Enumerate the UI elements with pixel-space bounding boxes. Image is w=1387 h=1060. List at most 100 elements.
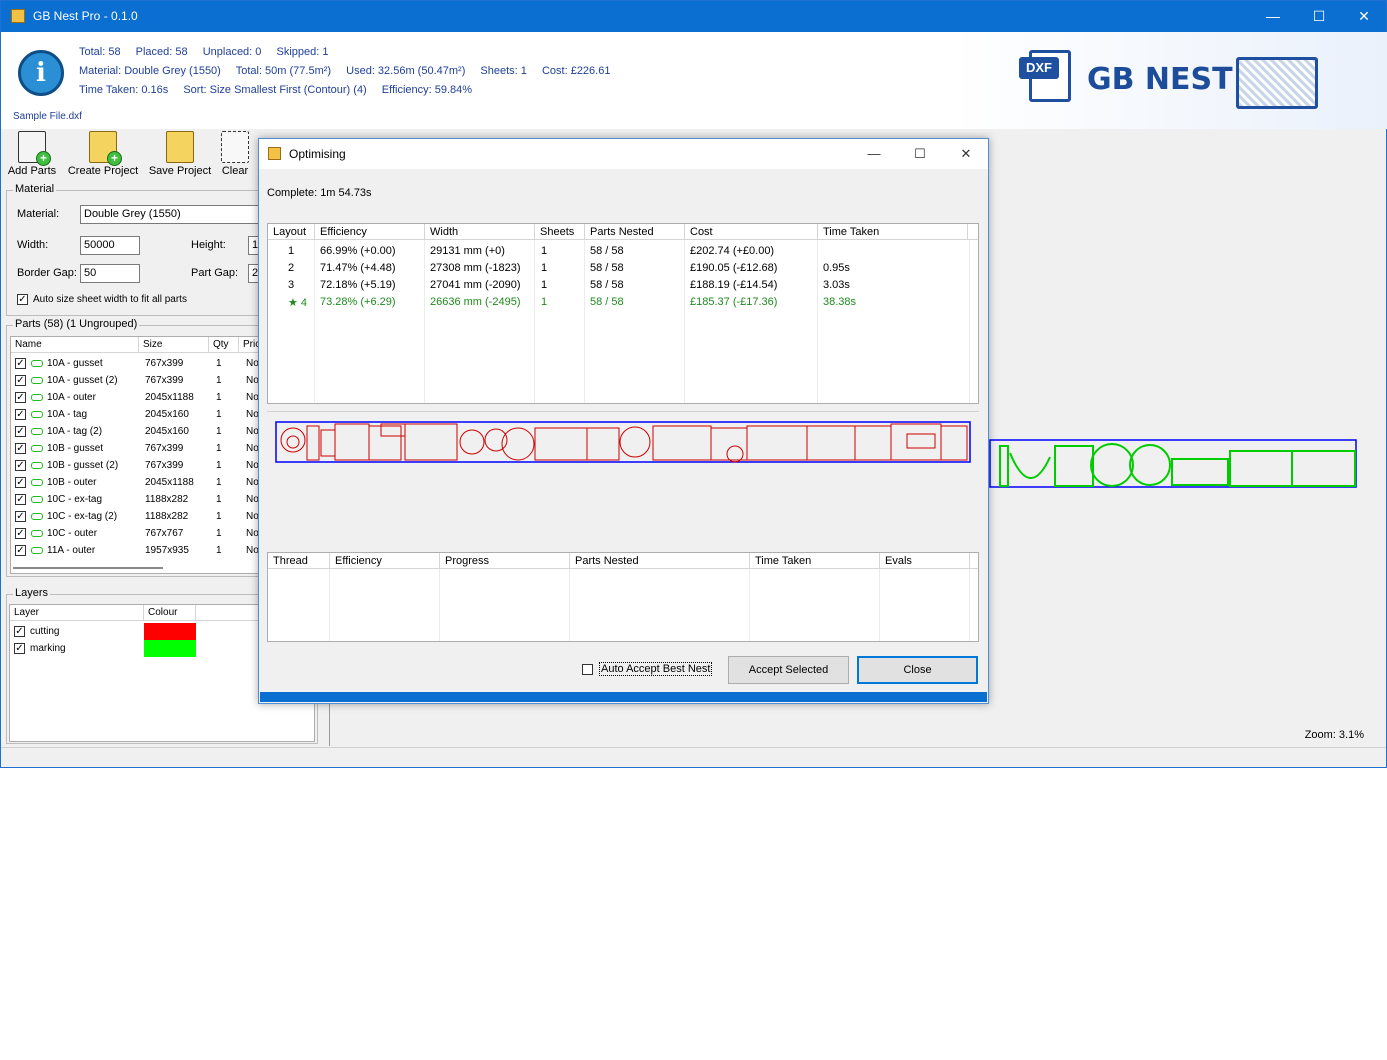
- col-time-taken[interactable]: Time Taken: [818, 224, 968, 240]
- part-size: 1188x282: [145, 511, 189, 522]
- col-evals[interactable]: Evals: [880, 553, 970, 569]
- parts-row[interactable]: ✓ 10A - tag (2) 2045x160 1 No: [11, 423, 265, 440]
- layout-cell-eff: 66.99% (+0.00): [320, 245, 396, 257]
- add-parts-label: Add Parts: [7, 165, 57, 177]
- col-thread[interactable]: Thread: [268, 553, 330, 569]
- col-thread-efficiency[interactable]: Efficiency: [330, 553, 440, 569]
- auto-accept-label[interactable]: Auto Accept Best Nest: [599, 662, 713, 676]
- col-layer[interactable]: Layer: [10, 605, 144, 621]
- part-checkbox[interactable]: ✓: [15, 477, 26, 488]
- file-name: Sample File.dxf: [13, 111, 82, 122]
- col-colour[interactable]: Colour: [144, 605, 196, 621]
- part-shape-icon: [31, 479, 43, 486]
- nest-preview-svg: [275, 421, 971, 463]
- parts-row[interactable]: ✓ 10C - ex-tag 1188x282 1 No: [11, 491, 265, 508]
- part-checkbox[interactable]: ✓: [15, 528, 26, 539]
- maximize-button[interactable]: ☐: [1296, 1, 1342, 32]
- part-qty: 1: [216, 443, 222, 454]
- col-thread-parts[interactable]: Parts Nested: [570, 553, 750, 569]
- save-project-button[interactable]: Save Project: [148, 129, 212, 177]
- parts-row[interactable]: ✓ 11A - outer 1957x935 1 No: [11, 542, 265, 559]
- part-checkbox[interactable]: ✓: [15, 426, 26, 437]
- parts-row[interactable]: ✓ 10C - outer 767x767 1 No: [11, 525, 265, 542]
- layer-colour-swatch[interactable]: [144, 623, 196, 640]
- layer-checkbox[interactable]: ✓: [14, 643, 25, 654]
- layout-row[interactable]: 3 72.18% (+5.19) 27041 mm (-2090) 1 58 / 58 £…: [268, 277, 978, 294]
- part-checkbox[interactable]: ✓: [15, 375, 26, 386]
- auto-accept-checkbox[interactable]: [582, 664, 593, 675]
- col-name[interactable]: Name: [11, 337, 139, 353]
- part-size: 2045x1188: [145, 392, 194, 403]
- dialog-minimize-button[interactable]: —: [851, 139, 897, 169]
- parts-list[interactable]: Name Size Qty Pric ✓ 10A - gusset 767x399 1…: [10, 336, 266, 574]
- layout-row[interactable]: 1 66.99% (+0.00) 29131 mm (+0) 1 58 / 58 £202…: [268, 243, 978, 260]
- create-project-button[interactable]: + Create Project: [66, 129, 140, 177]
- col-thread-time[interactable]: Time Taken: [750, 553, 880, 569]
- dxf-badge: DXF: [1019, 57, 1059, 79]
- laptop-icon: [1236, 57, 1318, 109]
- layout-cell-eff: 73.28% (+6.29): [320, 296, 396, 308]
- parts-row[interactable]: ✓ 10C - ex-tag (2) 1188x282 1 No: [11, 508, 265, 525]
- parts-row[interactable]: ✓ 10A - tag 2045x160 1 No: [11, 406, 265, 423]
- layer-name: marking: [30, 643, 66, 654]
- layout-cell-parts: 58 / 58: [590, 296, 624, 308]
- part-qty: 1: [216, 426, 222, 437]
- parts-scrollbar[interactable]: [13, 567, 163, 569]
- part-checkbox[interactable]: ✓: [15, 358, 26, 369]
- part-checkbox[interactable]: ✓: [15, 409, 26, 420]
- dialog-title-bar: Optimising — ☐ ✕: [259, 139, 988, 169]
- minimize-button[interactable]: —: [1250, 1, 1296, 32]
- col-qty[interactable]: Qty: [209, 337, 239, 353]
- material-select[interactable]: Double Grey (1550): [80, 205, 270, 224]
- part-checkbox[interactable]: ✓: [15, 511, 26, 522]
- parts-row[interactable]: ✓ 10B - gusset 767x399 1 No: [11, 440, 265, 457]
- parts-row[interactable]: ✓ 10A - gusset 767x399 1 No: [11, 355, 265, 372]
- col-parts-nested[interactable]: Parts Nested: [585, 224, 685, 240]
- layout-row[interactable]: ★ 4 73.28% (+6.29) 26636 mm (-2495) 1 58 / 5…: [268, 294, 978, 311]
- layout-cell-layout: 1: [288, 245, 295, 257]
- close-dialog-button[interactable]: Close: [857, 656, 978, 684]
- layout-cell-sheets: 1: [541, 296, 548, 308]
- part-checkbox[interactable]: ✓: [15, 494, 26, 505]
- layouts-table[interactable]: Layout Efficiency Width Sheets Parts Nes…: [267, 223, 979, 404]
- parts-row[interactable]: ✓ 10A - outer 2045x1188 1 No: [11, 389, 265, 406]
- optimising-progress-bar: [260, 692, 987, 702]
- part-name: 10A - outer: [47, 392, 96, 403]
- dialog-maximize-button[interactable]: ☐: [897, 139, 943, 169]
- col-layout[interactable]: Layout: [268, 224, 315, 240]
- clear-button[interactable]: Clear: [219, 129, 251, 177]
- col-cost[interactable]: Cost: [685, 224, 818, 240]
- autosize-checkbox[interactable]: ✓: [17, 294, 28, 305]
- part-checkbox[interactable]: ✓: [15, 392, 26, 403]
- part-size: 2045x160: [145, 409, 189, 420]
- col-width[interactable]: Width: [425, 224, 535, 240]
- border-gap-input[interactable]: 50: [80, 264, 140, 283]
- accept-selected-button[interactable]: Accept Selected: [728, 656, 849, 684]
- part-checkbox[interactable]: ✓: [15, 460, 26, 471]
- part-checkbox[interactable]: ✓: [15, 545, 26, 556]
- layer-checkbox[interactable]: ✓: [14, 626, 25, 637]
- width-input[interactable]: 50000: [80, 236, 140, 255]
- parts-row[interactable]: ✓ 10A - gusset (2) 767x399 1 No: [11, 372, 265, 389]
- title-bar: GB Nest Pro - 0.1.0 — ☐ ✕: [1, 1, 1386, 32]
- add-parts-button[interactable]: + Add Parts: [7, 129, 57, 177]
- part-shape-icon: [31, 530, 43, 537]
- part-checkbox[interactable]: ✓: [15, 443, 26, 454]
- col-sheets[interactable]: Sheets: [535, 224, 585, 240]
- threads-table[interactable]: Thread Efficiency Progress Parts Nested …: [267, 552, 979, 642]
- part-priority: No: [246, 477, 259, 488]
- part-name: 11A - outer: [47, 545, 96, 556]
- part-priority: No: [246, 426, 259, 437]
- layer-colour-swatch[interactable]: [144, 640, 196, 657]
- save-project-icon: [166, 131, 194, 163]
- col-progress[interactable]: Progress: [440, 553, 570, 569]
- dialog-close-x-button[interactable]: ✕: [943, 139, 989, 169]
- parts-row[interactable]: ✓ 10B - outer 2045x1188 1 No: [11, 474, 265, 491]
- col-efficiency[interactable]: Efficiency: [315, 224, 425, 240]
- clear-icon: [221, 131, 249, 163]
- close-button[interactable]: ✕: [1341, 1, 1387, 32]
- info-icon: i: [18, 50, 64, 96]
- col-size[interactable]: Size: [139, 337, 209, 353]
- layout-row[interactable]: 2 71.47% (+4.48) 27308 mm (-1823) 1 58 / 58 £…: [268, 260, 978, 277]
- parts-row[interactable]: ✓ 10B - gusset (2) 767x399 1 No: [11, 457, 265, 474]
